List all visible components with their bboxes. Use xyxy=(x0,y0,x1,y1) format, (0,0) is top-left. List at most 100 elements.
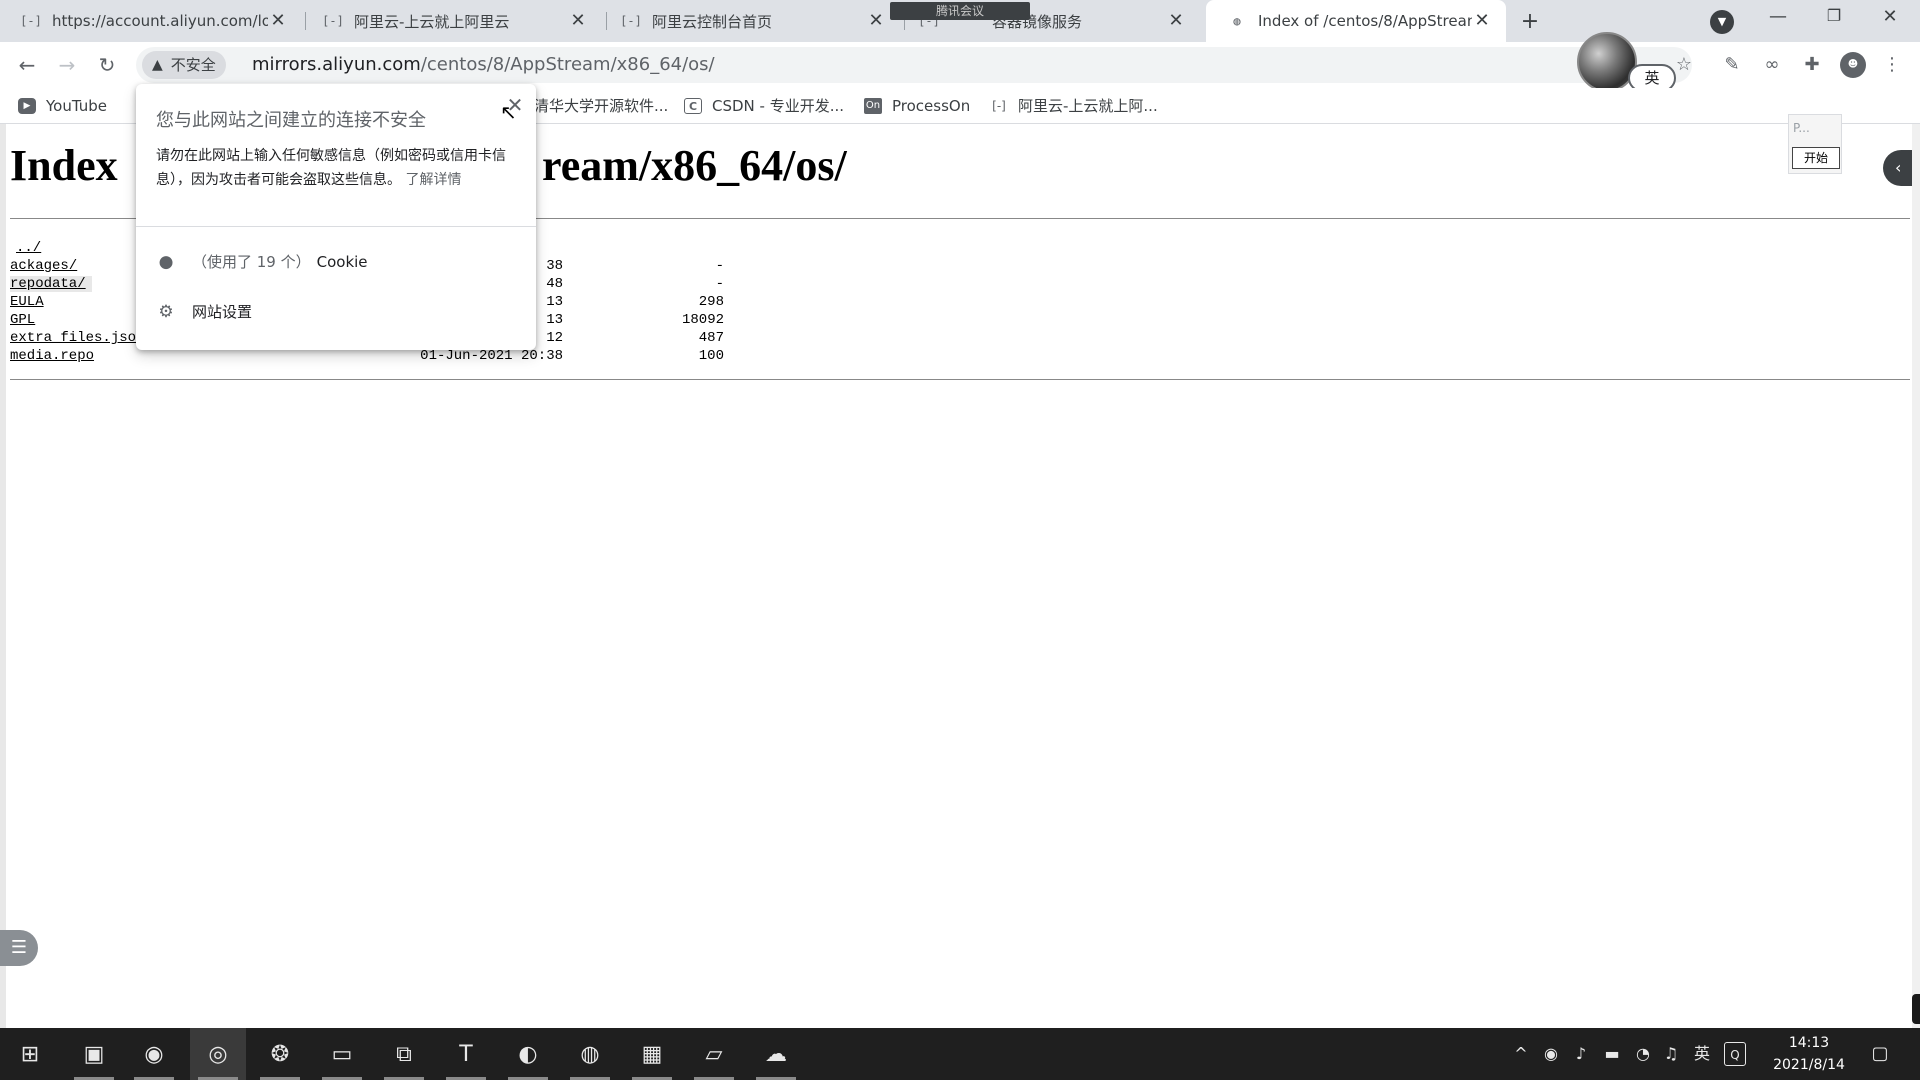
bookmark-label: YouTube xyxy=(46,97,107,115)
file-link[interactable]: ackages/ xyxy=(10,258,77,274)
tab-aliyun-account[interactable]: [-] https://account.aliyun.com/lo ✕ xyxy=(0,0,302,42)
security-chip[interactable]: ▲ 不安全 xyxy=(142,51,226,79)
file-link[interactable]: extra_files.json xyxy=(10,330,144,346)
right-edge xyxy=(1912,124,1920,1028)
close-icon[interactable]: ✕ xyxy=(1166,11,1186,31)
restore-icon[interactable]: ❐ xyxy=(1822,6,1846,30)
ime-tray-label[interactable]: 英 xyxy=(1690,1042,1714,1066)
close-icon[interactable]: ✕ xyxy=(1472,11,1492,31)
learn-more-link[interactable]: 了解详情 xyxy=(405,172,461,188)
clock-time: 14:13 xyxy=(1788,1035,1830,1051)
page-icon: [-] xyxy=(20,14,42,28)
cookie-count: （使用了 19 个） xyxy=(192,253,311,271)
forward-icon[interactable]: → xyxy=(51,49,83,81)
show-hidden-icons-icon[interactable]: ^ xyxy=(1510,1042,1532,1066)
minimize-icon[interactable]: — xyxy=(1766,6,1790,30)
page-title-right: ream/x86_64/os/ xyxy=(542,141,847,190)
address-bar[interactable]: ▲ 不安全 mirrors.aliyun.com/centos/8/AppStr… xyxy=(136,47,1692,83)
netease-music-icon[interactable]: ◍ xyxy=(562,1028,618,1080)
file-link[interactable]: repodata/ xyxy=(10,276,92,292)
bookmark-processon[interactable]: On ProcessOn xyxy=(864,88,970,124)
close-window-icon[interactable]: ✕ xyxy=(1878,6,1902,30)
reload-icon[interactable]: ↻ xyxy=(91,49,123,81)
edit-icon[interactable]: ✎ xyxy=(1720,53,1744,77)
extensions-icon[interactable]: ✚ xyxy=(1800,53,1824,77)
popup-body: 请勿在此网站上输入任何敏感信息（例如密码或信用卡信息），因为攻击者可能会盗取这些… xyxy=(156,144,526,192)
file-size: 18092 xyxy=(681,312,724,328)
bookmark-aliyun[interactable]: [-] 阿里云-上云就上阿... xyxy=(990,88,1158,124)
tab-title: https://account.aliyun.com/lo xyxy=(52,12,268,30)
file-explorer-icon[interactable]: ▭ xyxy=(314,1028,370,1080)
warning-icon: ▲ xyxy=(152,57,163,73)
close-icon[interactable]: ✕ xyxy=(866,11,886,31)
site-settings-row[interactable]: ⚙ 网站设置 xyxy=(156,300,252,324)
notification-icon[interactable]: ▢ xyxy=(1866,1040,1894,1068)
site-settings-label: 网站设置 xyxy=(192,303,253,321)
battery-icon[interactable]: ▬ xyxy=(1600,1042,1624,1066)
bookmark-tsinghua[interactable]: 清华大学开源软件... xyxy=(534,88,668,124)
start-button[interactable]: 开始 xyxy=(1792,147,1840,169)
back-icon[interactable]: ← xyxy=(11,49,43,81)
site-info-popup: 您与此网站之间建立的连接不安全 ✕ 请勿在此网站上输入任何敏感信息（例如密码或信… xyxy=(136,84,536,350)
link-icon[interactable]: ∞ xyxy=(1760,53,1784,77)
url-path: /centos/8/AppStream/x86_64/os/ xyxy=(420,54,715,75)
microphone-icon[interactable]: ♪ xyxy=(1570,1042,1592,1066)
meeting-chip[interactable]: 腾讯会议 xyxy=(890,2,1030,20)
scroll-thumb[interactable] xyxy=(1912,994,1920,1024)
photo-app-icon[interactable]: ▦ xyxy=(624,1028,680,1080)
close-icon[interactable]: ✕ xyxy=(568,11,588,31)
url-text[interactable]: mirrors.aliyun.com/centos/8/AppStream/x8… xyxy=(252,47,715,83)
record-icon[interactable]: ◉ xyxy=(1540,1042,1562,1066)
left-edge xyxy=(0,124,6,1028)
processon-icon: On xyxy=(864,98,882,114)
meeting-mini-widget: P... 开始 xyxy=(1788,114,1842,174)
gear-icon: ⚙ xyxy=(158,302,174,322)
wechat-icon[interactable]: ❂ xyxy=(252,1028,308,1080)
vivaldi-icon[interactable]: ◉ xyxy=(126,1028,182,1080)
meeting-app-icon[interactable]: ☁ xyxy=(748,1028,804,1080)
clock[interactable]: 14:13 2021/8/14 xyxy=(1764,1032,1854,1076)
screenshot-app-icon[interactable]: ▣ xyxy=(66,1028,122,1080)
cookie-label: Cookie xyxy=(316,253,368,271)
file-link[interactable]: GPL xyxy=(10,312,35,328)
page-icon: [-] xyxy=(322,14,344,28)
shell-icon[interactable]: ◐ xyxy=(500,1028,556,1080)
typora-icon[interactable]: T xyxy=(438,1028,494,1080)
file-link[interactable]: media.repo xyxy=(10,348,94,364)
qq-icon[interactable]: Q xyxy=(1724,1042,1746,1066)
cookie-row[interactable]: ● （使用了 19 个） Cookie xyxy=(156,250,368,274)
tab-aliyun-home[interactable]: [-] 阿里云-上云就上阿里云 ✕ xyxy=(302,0,602,42)
file-link[interactable]: ../ xyxy=(16,240,41,256)
wifi-icon[interactable]: ◔ xyxy=(1632,1042,1654,1066)
notebook-icon[interactable]: ▱ xyxy=(686,1028,742,1080)
tab-search-icon[interactable]: ▼ xyxy=(1710,10,1734,34)
file-size: - xyxy=(715,276,724,292)
file-link[interactable]: EULA xyxy=(10,294,44,310)
list-menu-icon[interactable]: ☰ xyxy=(0,930,38,966)
window-switcher-icon[interactable]: ⧉ xyxy=(376,1028,432,1080)
file-date: 01-Jun-2021 20:38 xyxy=(420,348,563,364)
page-title-left: Index xyxy=(10,141,118,190)
page-icon: [-] xyxy=(992,99,1006,113)
volume-icon[interactable]: ♫ xyxy=(1660,1042,1682,1066)
cookie-icon: ● xyxy=(158,252,174,272)
close-icon[interactable]: ✕ xyxy=(268,11,288,31)
mouse-cursor-icon: ↖ xyxy=(500,100,517,124)
url-host: mirrors.aliyun.com xyxy=(252,54,421,75)
menu-icon[interactable]: ⋮ xyxy=(1880,53,1904,77)
bookmark-label: CSDN - 专业开发... xyxy=(712,97,845,115)
tab-aliyun-console[interactable]: [-] 阿里云控制台首页 ✕ xyxy=(600,0,900,42)
new-tab-button[interactable]: + xyxy=(1516,8,1544,36)
bookmark-youtube[interactable]: ▶ YouTube xyxy=(18,88,107,124)
bookmark-label: 阿里云-上云就上阿... xyxy=(1018,97,1158,115)
youtube-icon: ▶ xyxy=(18,98,36,114)
csdn-icon: C xyxy=(684,98,702,114)
bookmark-csdn[interactable]: C CSDN - 专业开发... xyxy=(684,88,844,124)
windows-start-icon[interactable]: ⊞ xyxy=(2,1028,58,1080)
tab-index-of-appstream[interactable]: ◍ Index of /centos/8/AppStream ✕ xyxy=(1206,0,1506,42)
bookmark-star-icon[interactable]: ☆ xyxy=(1672,53,1696,77)
profile-icon[interactable]: ☻ xyxy=(1840,52,1866,78)
file-size: 100 xyxy=(698,348,724,364)
chrome-icon[interactable]: ◎ xyxy=(190,1028,246,1080)
security-label: 不安全 xyxy=(170,56,216,74)
